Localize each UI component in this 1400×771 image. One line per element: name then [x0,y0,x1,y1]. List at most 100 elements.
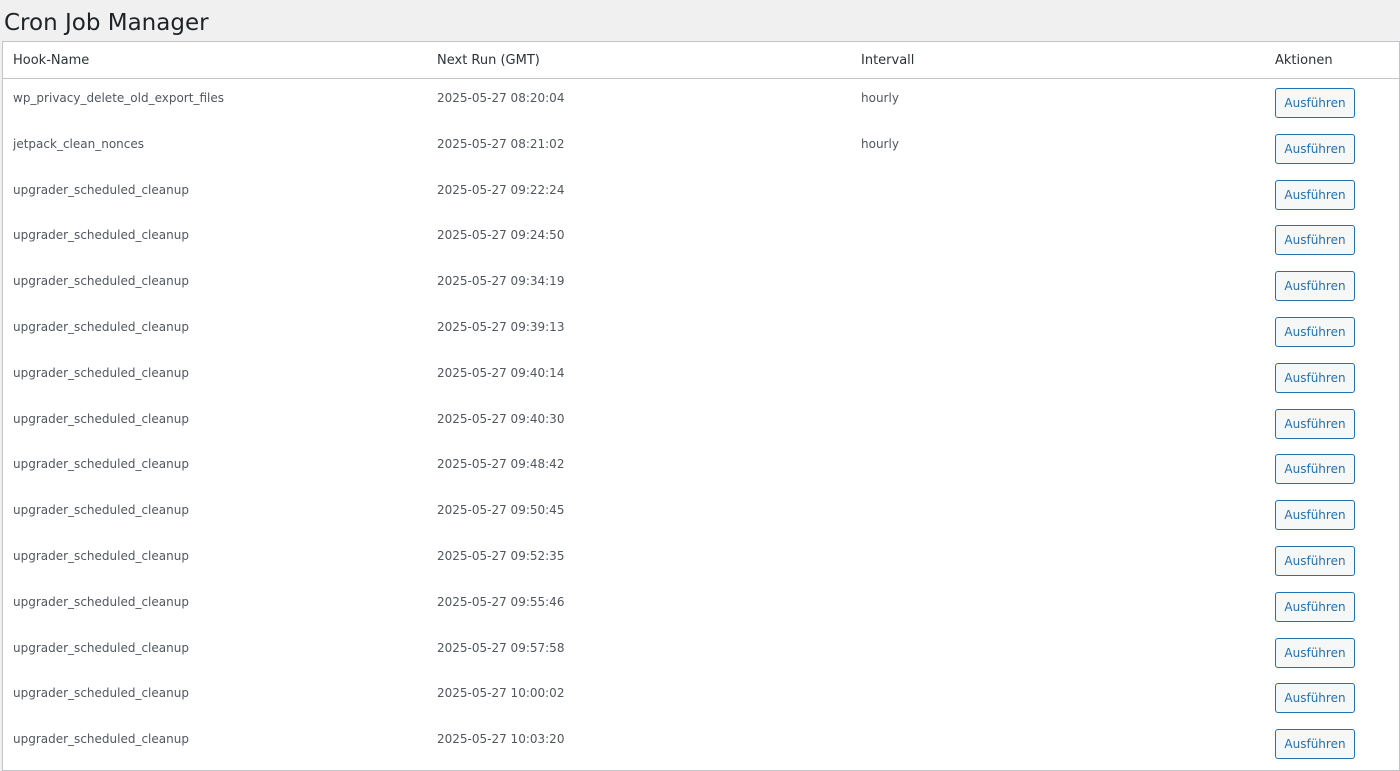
hook-name-cell: upgrader_scheduled_cleanup [3,354,427,400]
hook-name-cell: upgrader_scheduled_cleanup [3,674,427,720]
hook-name-cell: upgrader_scheduled_cleanup [3,583,427,629]
interval-cell [851,400,1275,446]
run-now-button[interactable]: Ausführen [1275,88,1355,118]
run-now-button[interactable]: Ausführen [1275,683,1355,714]
hook-name: upgrader_scheduled_cleanup [13,594,189,609]
interval-cell [851,720,1275,766]
run-now-button[interactable]: Ausführen [1275,591,1355,622]
run-now-button[interactable]: Ausführen [1275,637,1355,668]
actions-cell: Ausführen [1275,262,1399,308]
table-row: upgrader_scheduled_cleanup 2025-05-27 09:… [3,308,1399,354]
run-now-button[interactable]: Ausführen [1275,362,1355,393]
hook-name-cell: jetpack_clean_nonces [3,125,427,171]
hook-name: wp_privacy_delete_old_export_files [13,91,224,105]
table-row: upgrader_scheduled_cleanup 2025-05-27 09:… [3,262,1399,308]
actions-cell: Ausführen [1275,171,1399,217]
next-run-cell: 2025-05-27 09:40:14 [427,354,851,400]
run-now-button[interactable]: Ausführen [1275,500,1355,531]
next-run-time: 2025-05-27 10:00:02 [437,686,565,701]
table-row: upgrader_scheduled_cleanup 2025-05-27 09:… [3,354,1399,400]
next-run-cell: 2025-05-27 09:48:42 [427,445,851,491]
actions-cell: Ausführen [1275,79,1399,125]
run-now-button[interactable]: Ausführen [1275,316,1355,347]
next-run-time: 2025-05-27 09:40:30 [437,411,565,426]
run-now-button[interactable]: Ausführen [1275,454,1355,485]
run-now-button[interactable]: Ausführen [1275,545,1355,576]
next-run-time: 2025-05-27 09:40:14 [437,365,565,380]
next-run-time: 2025-05-27 09:39:13 [437,319,565,334]
next-run-cell: 2025-05-27 09:52:35 [427,537,851,583]
column-header-hook-name: Hook-Name [3,42,427,79]
table-header: Hook-Name Next Run (GMT) Intervall Aktio… [3,42,1399,79]
table-row: jetpack_clean_nonces 2025-05-27 08:21:02 h… [3,125,1399,171]
hook-name: upgrader_scheduled_cleanup [13,182,189,197]
next-run-time: 2025-05-27 09:50:45 [437,503,565,518]
actions-cell: Ausführen [1275,491,1399,537]
next-run-time: 2025-05-27 09:48:42 [437,457,565,472]
next-run-cell: 2025-05-27 08:21:02 [427,125,851,171]
page-title: Cron Job Manager [4,10,209,36]
interval-value [861,400,1275,412]
hook-name-cell: upgrader_scheduled_cleanup [3,720,427,766]
next-run-time: 2025-05-27 09:55:46 [437,594,565,609]
interval-cell [851,674,1275,720]
interval-value [861,445,1275,457]
next-run-cell: 2025-05-27 09:22:24 [427,171,851,217]
hook-name: upgrader_scheduled_cleanup [13,732,189,747]
interval-cell [851,491,1275,537]
interval-value [861,720,1275,732]
run-now-button[interactable]: Ausführen [1275,271,1355,302]
table-row: upgrader_scheduled_cleanup 2025-05-27 09:… [3,537,1399,583]
actions-cell: Ausführen [1275,354,1399,400]
table-row: upgrader_scheduled_cleanup 2025-05-27 09:… [3,491,1399,537]
hook-name: upgrader_scheduled_cleanup [13,411,189,426]
hook-name: upgrader_scheduled_cleanup [13,686,189,701]
actions-cell: Ausführen [1275,445,1399,491]
next-run-cell: 2025-05-27 08:20:04 [427,79,851,125]
cron-jobs-table: Hook-Name Next Run (GMT) Intervall Aktio… [3,42,1399,766]
table-row: upgrader_scheduled_cleanup 2025-05-27 09:… [3,583,1399,629]
next-run-cell: 2025-05-27 10:00:02 [427,674,851,720]
next-run-cell: 2025-05-27 09:34:19 [427,262,851,308]
hook-name-cell: upgrader_scheduled_cleanup [3,445,427,491]
hook-name: upgrader_scheduled_cleanup [13,319,189,334]
next-run-time: 2025-05-27 09:34:19 [437,274,565,289]
column-header-actions: Aktionen [1275,42,1399,79]
interval-value [861,171,1275,183]
table-row: upgrader_scheduled_cleanup 2025-05-27 10:… [3,720,1399,766]
table-row: upgrader_scheduled_cleanup 2025-05-27 09:… [3,445,1399,491]
actions-cell: Ausführen [1275,400,1399,446]
column-header-next-run: Next Run (GMT) [427,42,851,79]
interval-value [861,674,1275,686]
next-run-time: 2025-05-27 09:22:24 [437,182,565,197]
table-row: upgrader_scheduled_cleanup 2025-05-27 10:… [3,674,1399,720]
interval-value [861,583,1275,595]
interval-cell [851,537,1275,583]
table-row: upgrader_scheduled_cleanup 2025-05-27 09:… [3,171,1399,217]
interval-cell [851,262,1275,308]
table-row: upgrader_scheduled_cleanup 2025-05-27 09:… [3,400,1399,446]
interval-cell: hourly [851,79,1275,125]
run-now-button[interactable]: Ausführen [1275,225,1355,256]
run-now-button[interactable]: Ausführen [1275,729,1355,760]
next-run-time: 2025-05-27 08:20:04 [437,91,565,105]
run-now-button[interactable]: Ausführen [1275,408,1355,439]
table-row: upgrader_scheduled_cleanup 2025-05-27 09:… [3,216,1399,262]
interval-value [861,308,1275,320]
interval-cell [851,171,1275,217]
hook-name-cell: upgrader_scheduled_cleanup [3,491,427,537]
interval-value [861,491,1275,503]
hook-name: upgrader_scheduled_cleanup [13,457,189,472]
hook-name: upgrader_scheduled_cleanup [13,640,189,655]
run-now-button[interactable]: Ausführen [1275,133,1355,164]
next-run-cell: 2025-05-27 09:39:13 [427,308,851,354]
hook-name-cell: upgrader_scheduled_cleanup [3,308,427,354]
run-now-button[interactable]: Ausführen [1275,179,1355,210]
hook-name-cell: wp_privacy_delete_old_export_files [3,79,427,125]
actions-cell: Ausführen [1275,216,1399,262]
next-run-time: 2025-05-27 09:57:58 [437,640,565,655]
cron-jobs-table-container: Hook-Name Next Run (GMT) Intervall Aktio… [2,41,1400,771]
next-run-cell: 2025-05-27 09:55:46 [427,583,851,629]
hook-name-cell: upgrader_scheduled_cleanup [3,171,427,217]
interval-cell [851,308,1275,354]
